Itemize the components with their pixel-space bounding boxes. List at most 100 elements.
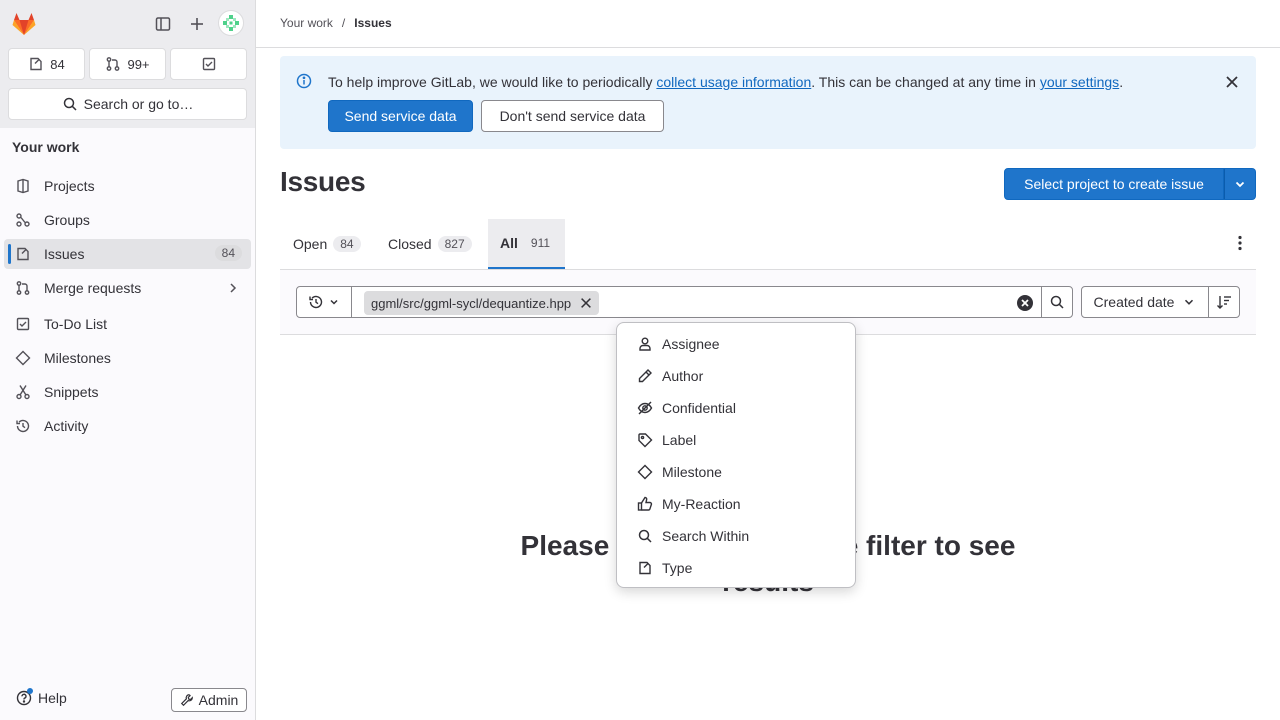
- dropdown-item-author[interactable]: Author: [617, 360, 855, 392]
- sidebar: 84 99+ Search or go to… Your work Projec…: [0, 0, 256, 720]
- dropdown-item-confidential[interactable]: Confidential: [617, 392, 855, 424]
- label-icon: [638, 433, 653, 448]
- breadcrumb-current[interactable]: Issues: [354, 16, 391, 30]
- dropdown-item-label: Confidential: [662, 400, 736, 416]
- filter-search-input[interactable]: ggml/src/ggml-sycl/dequantize.hpp: [351, 286, 1042, 318]
- dropdown-item-type[interactable]: Type: [617, 552, 855, 584]
- merge-requests-count: 99+: [127, 56, 150, 72]
- tab-all[interactable]: All 911: [488, 219, 565, 269]
- sidebar-item-milestones[interactable]: Milestones: [4, 343, 251, 373]
- sidebar-item-label: To-Do List: [44, 316, 108, 332]
- chevron-right-icon[interactable]: [225, 280, 241, 296]
- dropdown-item-my-reaction[interactable]: My-Reaction: [617, 488, 855, 520]
- tab-label: Closed: [388, 236, 432, 252]
- issues-counter[interactable]: 84: [8, 48, 85, 80]
- dropdown-item-milestone[interactable]: Milestone: [617, 456, 855, 488]
- sidebar-item-snippets[interactable]: Snippets: [4, 377, 251, 407]
- help-button[interactable]: Help: [16, 688, 67, 706]
- gitlab-logo-icon[interactable]: [10, 10, 38, 38]
- help-label: Help: [38, 690, 67, 706]
- issue-type-icon: [639, 561, 651, 575]
- wrench-icon: [180, 694, 193, 707]
- dropdown-item-label: Milestone: [662, 464, 722, 480]
- chevron-down-icon: [1185, 299, 1194, 305]
- sidebar-item-label: Projects: [44, 178, 95, 194]
- sidebar-item-label: Milestones: [44, 350, 111, 366]
- milestone-icon: [637, 464, 653, 480]
- chevron-down-icon: [1235, 181, 1245, 188]
- user-avatar[interactable]: [218, 10, 244, 36]
- search-button[interactable]: Search or go to…: [8, 88, 247, 120]
- clear-filter-icon[interactable]: [1016, 294, 1034, 312]
- section-title: Your work: [12, 139, 80, 155]
- tab-label: Open: [293, 236, 328, 252]
- sort-dropdown[interactable]: Created date: [1081, 286, 1209, 318]
- your-settings-link[interactable]: your settings: [1040, 74, 1119, 90]
- admin-button[interactable]: Admin: [171, 688, 247, 712]
- sort-lowest-icon: [1217, 296, 1231, 309]
- dropdown-item-search-within[interactable]: Search Within: [617, 520, 855, 552]
- dropdown-item-assignee[interactable]: Assignee: [617, 328, 855, 360]
- alert-text-before: To help improve GitLab, we would like to…: [328, 74, 657, 90]
- dropdown-item-label: Search Within: [662, 528, 750, 544]
- tab-count: 911: [523, 235, 558, 251]
- search-icon: [63, 97, 77, 111]
- alert-message: To help improve GitLab, we would like to…: [328, 73, 1123, 91]
- chevron-down-icon: [330, 299, 338, 305]
- more-actions-icon[interactable]: [1232, 235, 1248, 251]
- merge-requests-counter[interactable]: 99+: [89, 48, 166, 80]
- alert-text-middle: . This can be changed at any time in: [811, 74, 1040, 90]
- sidebar-item-activity[interactable]: Activity: [4, 411, 251, 441]
- breadcrumb-parent[interactable]: Your work: [280, 16, 333, 30]
- dropdown-item-label[interactable]: Label: [617, 424, 855, 456]
- user-icon: [639, 337, 651, 351]
- admin-label: Admin: [198, 692, 239, 708]
- snippet-icon: [16, 385, 30, 400]
- breadcrumb-separator: /: [341, 16, 346, 30]
- close-icon[interactable]: [1224, 74, 1240, 90]
- merge-request-icon: [107, 57, 120, 71]
- top-bar: Your work / Issues: [256, 0, 1280, 48]
- tab-count: 84: [333, 236, 361, 252]
- todo-icon: [16, 317, 30, 331]
- sort-direction-button[interactable]: [1208, 286, 1240, 318]
- dropdown-item-label: My-Reaction: [662, 496, 741, 512]
- todos-counter[interactable]: [170, 48, 247, 80]
- sidebar-item-label: Activity: [44, 418, 89, 434]
- sidebar-item-merge-requests[interactable]: Merge requests: [4, 273, 251, 303]
- usage-alert: To help improve GitLab, we would like to…: [280, 56, 1256, 149]
- collect-usage-link[interactable]: collect usage information: [656, 74, 811, 90]
- sidebar-item-groups[interactable]: Groups: [4, 205, 251, 235]
- plus-icon[interactable]: [185, 12, 209, 36]
- sidebar-item-label: Snippets: [44, 384, 99, 400]
- search-icon: [1050, 295, 1064, 309]
- search-icon: [638, 529, 652, 543]
- eye-slash-icon: [637, 401, 653, 415]
- dropdown-item-label: Author: [662, 368, 704, 384]
- todo-icon: [202, 57, 215, 71]
- sidebar-item-todo-list[interactable]: To-Do List: [4, 309, 251, 339]
- filter-search-button[interactable]: [1041, 286, 1073, 318]
- filter-token[interactable]: ggml/src/ggml-sycl/dequantize.hpp: [364, 291, 600, 315]
- recent-searches-button[interactable]: [296, 286, 352, 318]
- sidebar-item-label: Merge requests: [44, 280, 142, 296]
- sidebar-item-label: Issues: [44, 246, 85, 262]
- dont-send-service-data-button[interactable]: Don't send service data: [481, 100, 664, 132]
- create-issue-dropdown-toggle[interactable]: [1224, 168, 1256, 200]
- tab-open[interactable]: Open 84: [281, 219, 373, 269]
- search-label: Search or go to…: [83, 96, 194, 112]
- issues-icon: [17, 247, 29, 261]
- tab-label: All: [500, 235, 518, 251]
- alert-text-after: .: [1119, 74, 1124, 90]
- history-icon: [16, 419, 30, 433]
- tab-closed[interactable]: Closed 827: [376, 219, 484, 269]
- sidebar-item-projects[interactable]: Projects: [4, 171, 251, 201]
- create-issue-button[interactable]: Select project to create issue: [1004, 168, 1224, 200]
- sidebar-item-issues[interactable]: Issues 84: [4, 239, 251, 269]
- toggle-sidebar-icon[interactable]: [151, 12, 175, 36]
- close-icon[interactable]: [579, 296, 593, 310]
- dropdown-item-label: Type: [662, 560, 693, 576]
- send-service-data-button[interactable]: Send service data: [328, 100, 473, 132]
- page-title: Issues: [280, 166, 366, 197]
- sidebar-item-label: Groups: [44, 212, 90, 228]
